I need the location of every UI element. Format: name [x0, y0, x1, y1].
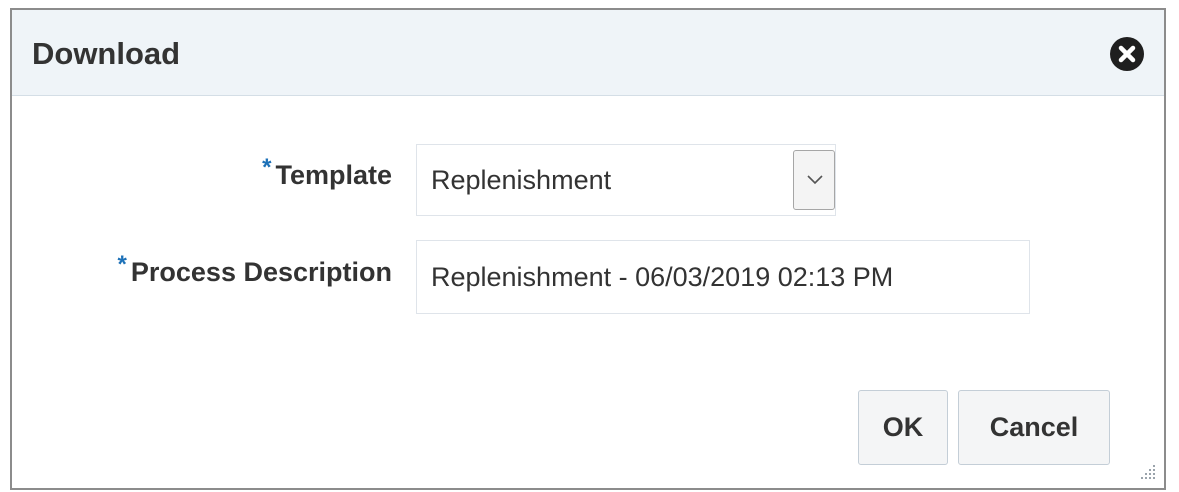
resize-grip-icon[interactable] [1136, 460, 1158, 482]
dialog-title: Download [32, 36, 181, 71]
process-description-input[interactable] [416, 240, 1030, 314]
template-dropdown-button[interactable] [793, 150, 835, 210]
template-select[interactable]: Replenishment [416, 144, 836, 216]
download-dialog: Download * Template Replenishment * Proces… [10, 8, 1166, 490]
close-button[interactable] [1110, 37, 1144, 71]
close-icon [1118, 45, 1136, 63]
process-description-label-row: * Process Description [118, 251, 392, 288]
required-marker: * [262, 154, 272, 181]
dialog-header: Download [12, 10, 1164, 96]
cancel-button[interactable]: Cancel [958, 390, 1110, 465]
process-description-label: Process Description [130, 257, 392, 287]
chevron-down-icon [807, 175, 823, 185]
template-selected-value: Replenishment [431, 165, 612, 195]
template-label-row: * Template [262, 154, 392, 191]
template-label: Template [275, 160, 392, 190]
ok-button[interactable]: OK [858, 390, 948, 465]
required-marker: * [117, 251, 127, 278]
